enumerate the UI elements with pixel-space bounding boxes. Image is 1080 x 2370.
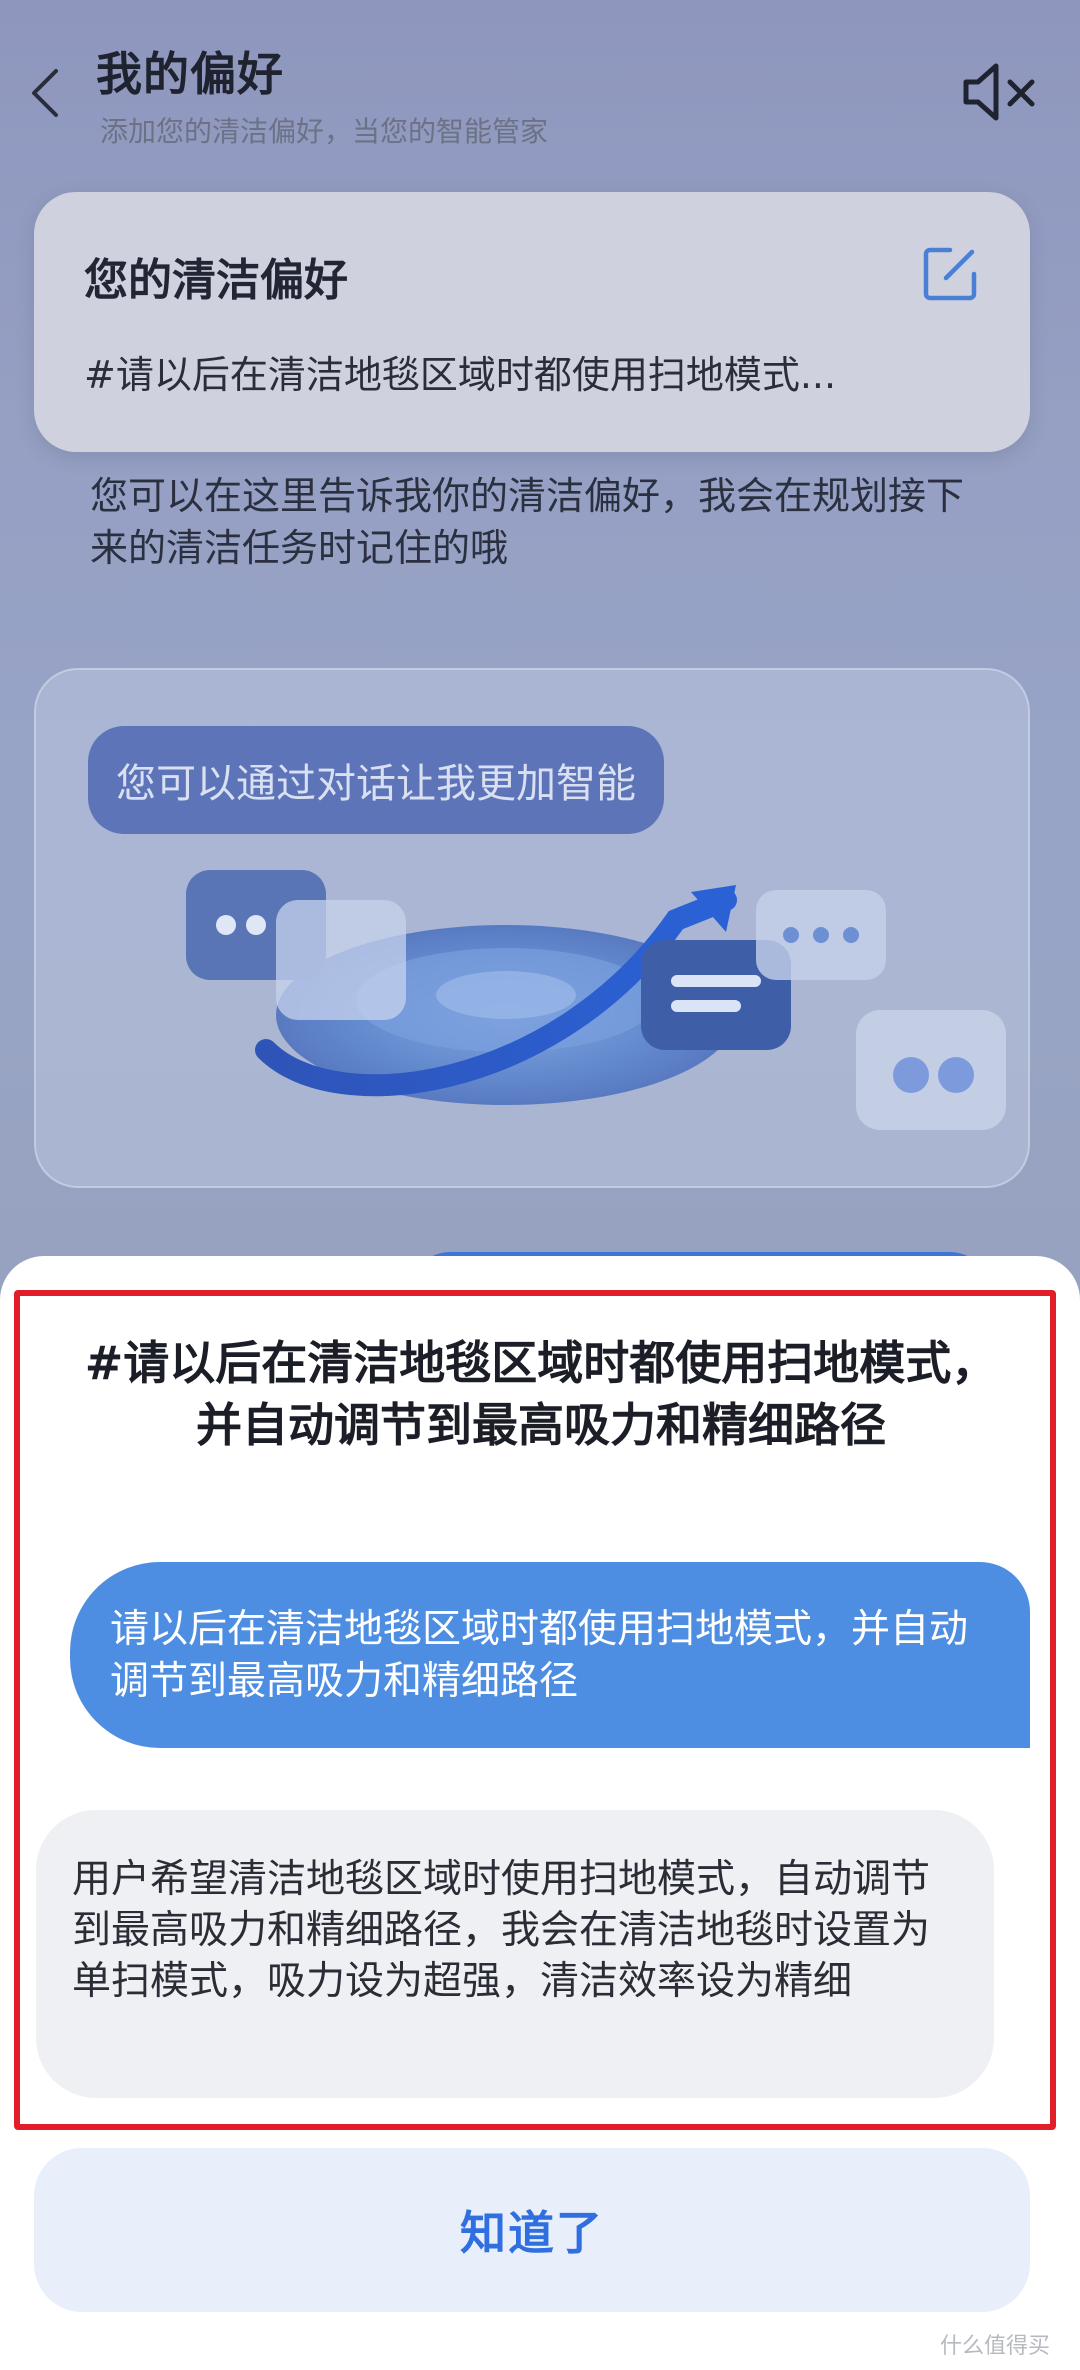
speaker-muted-icon xyxy=(963,63,1035,121)
user-message-bubble: 请以后在清洁地毯区域时都使用扫地模式，并自动调节到最高吸力和精细路径 xyxy=(70,1562,1030,1748)
back-button[interactable] xyxy=(20,58,70,128)
preference-card-title: 您的清洁偏好 xyxy=(84,255,348,306)
preference-description: 您可以在这里告诉我你的清洁偏好，我会在规划接下来的清洁任务时记住的哦 xyxy=(90,474,965,570)
illustration-bubble: 您可以通过对话让我更加智能 xyxy=(88,726,664,834)
sheet-title: #请以后在清洁地毯区域时都使用扫地模式， 并自动调节到最高吸力和精细路径 xyxy=(36,1332,1046,1456)
watermark: 什么值得买 xyxy=(940,2334,1051,2359)
page-title: 我的偏好 xyxy=(96,47,284,101)
illustration-card: 您可以通过对话让我更加智能 xyxy=(34,668,1030,1188)
edit-icon xyxy=(923,247,977,301)
confirm-button[interactable]: 知道了 xyxy=(34,2148,1030,2312)
page-subtitle: 添加您的清洁偏好，当您的智能管家 xyxy=(100,115,549,148)
chevron-left-icon xyxy=(32,69,58,117)
sheet-title-line1: #请以后在清洁地毯区域时都使用扫地模式， xyxy=(84,1336,998,1390)
preference-text: #请以后在清洁地毯区域时都使用扫地模式... xyxy=(84,353,837,397)
edit-button[interactable] xyxy=(920,244,980,304)
bottom-sheet: #请以后在清洁地毯区域时都使用扫地模式， 并自动调节到最高吸力和精细路径 请以后… xyxy=(0,1256,1080,2370)
preference-card[interactable]: 您的清洁偏好 #请以后在清洁地毯区域时都使用扫地模式... xyxy=(34,192,1030,452)
mute-button[interactable] xyxy=(960,60,1040,124)
assistant-reply-bubble: 用户希望清洁地毯区域时使用扫地模式，自动调节到最高吸力和精细路径，我会在清洁地毯… xyxy=(36,1810,994,2098)
sheet-title-line2: 并自动调节到最高吸力和精细路径 xyxy=(196,1398,886,1452)
